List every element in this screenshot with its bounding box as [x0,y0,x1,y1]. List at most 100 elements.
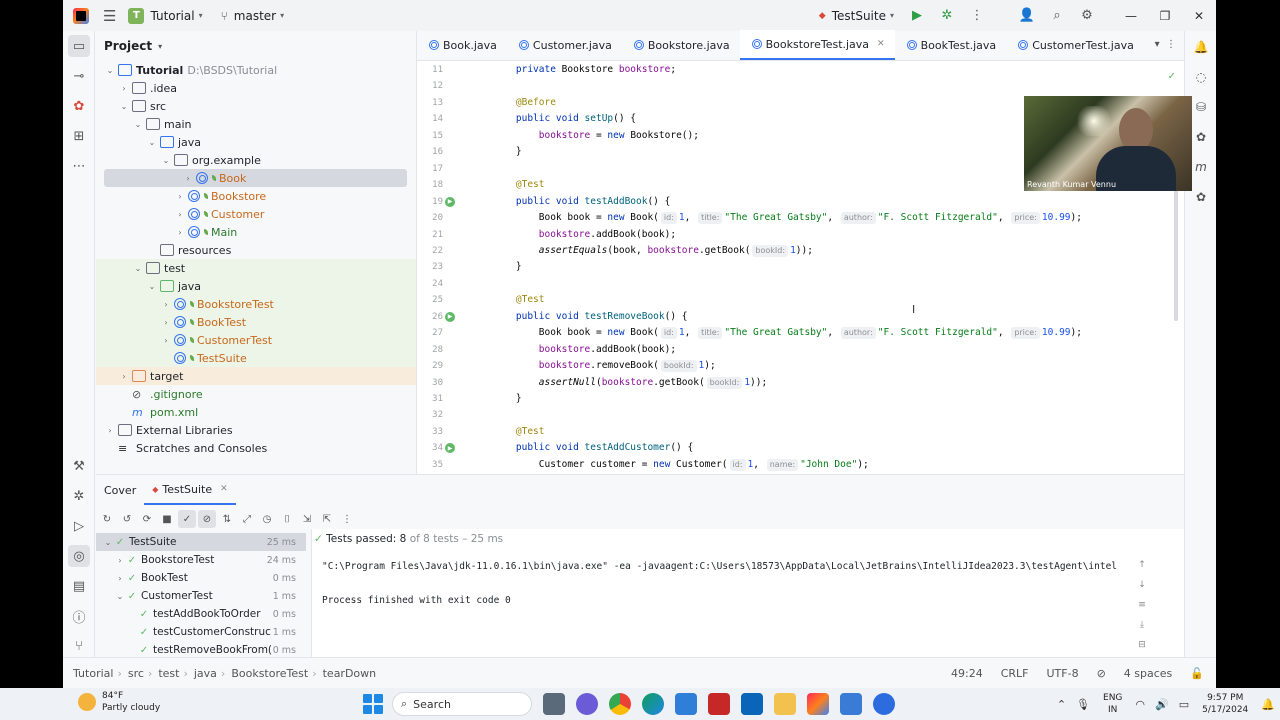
breadcrumb-item[interactable]: tearDown [323,667,377,680]
tree-node[interactable]: ⌄ java [96,277,416,295]
chevron-right-icon[interactable]: › [174,192,186,201]
import-icon[interactable]: ⇱ [318,510,336,528]
caret-position[interactable]: 49:24 [951,667,983,680]
line-separator[interactable]: CRLF [1001,667,1029,680]
debug-icon[interactable]: ✲ [932,8,962,23]
windows-start-icon[interactable] [362,693,384,715]
editor-tab[interactable]: CustomerTest.java [1006,30,1144,60]
run-tool-icon[interactable]: ▷ [68,515,90,537]
hamburger-menu-icon[interactable]: ☰ [103,7,116,25]
stop-icon[interactable]: ■ [158,510,176,528]
store-icon[interactable] [675,693,697,715]
build-tool-icon[interactable]: ⚒ [68,455,90,477]
tree-node[interactable]: resources [96,241,416,259]
export-icon[interactable]: ⇲ [298,510,316,528]
more-tools-icon[interactable]: ⋯ [68,155,90,177]
toggle-auto-test-icon[interactable]: ⟳ [138,510,156,528]
teams-chat-icon[interactable] [576,693,598,715]
scroll-up-icon[interactable]: ↑ [1136,560,1148,580]
weather-widget[interactable]: 84°F Partly cloudy [78,690,160,714]
terminal-tool-icon[interactable]: ▤ [68,575,90,597]
ai-assistant-icon[interactable]: ◌ [1191,67,1211,87]
editor-tab[interactable]: BookstoreTest.java ✕ [739,30,895,60]
lock-icon[interactable]: 🔓 [1190,667,1204,680]
chevron-down-icon[interactable]: ⌄ [114,592,126,601]
more-options-icon[interactable]: ⋮ [338,510,356,528]
editor-tab[interactable]: BookTest.java [895,30,1007,60]
notifications-icon[interactable]: 🔔 [1191,37,1211,57]
editor-tab[interactable]: Book.java [417,30,507,60]
tabs-overflow[interactable]: ▾ ⋮ [1155,39,1176,50]
chevron-right-icon[interactable]: › [160,318,172,327]
chevron-right-icon[interactable]: › [182,174,194,183]
wifi-icon[interactable]: ◠ [1135,698,1145,711]
test-result-row[interactable]: ✓ testRemoveBookFrom(0 ms [96,641,306,657]
tree-node[interactable]: › .idea [96,79,416,97]
readonly-toggle-icon[interactable]: ⊘ [1097,667,1106,680]
show-passed-icon[interactable]: ✓ [178,510,196,528]
notification-center-icon[interactable]: 🔔 [1261,698,1275,711]
commit-tool-icon[interactable]: ⊸ [68,65,90,87]
volume-icon[interactable]: 🔊 [1155,698,1169,711]
chevron-right-icon[interactable]: › [174,210,186,219]
intellij-logo-icon[interactable] [73,7,89,24]
sort-icon[interactable]: ⇅ [218,510,236,528]
editor-scrollbar[interactable] [1174,181,1178,321]
expand-all-icon[interactable]: ⤢ [238,510,256,528]
clock[interactable]: 9:57 PM 5/17/2024 [1202,692,1248,716]
project-tool-icon[interactable]: ▭ [68,35,90,57]
rerun-icon[interactable]: ↻ [98,510,116,528]
chevron-down-icon[interactable]: ⌄ [132,264,144,273]
chevron-down-icon[interactable]: ⌄ [146,282,158,291]
tree-node[interactable]: › Bookstore [96,187,416,205]
scroll-down-icon[interactable]: ↓ [1136,580,1148,600]
minimize-button[interactable]: — [1114,9,1148,23]
tree-node[interactable]: ⌄ src [96,97,416,115]
breadcrumb-item[interactable]: java [194,667,217,680]
plugin-tool-icon[interactable]: ✿ [68,95,90,117]
chevron-right-icon[interactable]: › [118,372,130,381]
mcafee-icon[interactable] [708,693,730,715]
structure-tool-icon[interactable]: ⊞ [68,125,90,147]
search-icon[interactable]: ⌕ [1042,8,1072,23]
history-icon[interactable]: ◷ [258,510,276,528]
chevron-down-icon[interactable]: ⌄ [104,66,116,75]
chrome-icon[interactable] [609,693,631,715]
close-tab-icon[interactable]: ✕ [877,39,885,49]
bottom-tab[interactable]: ◆ TestSuite ✕ [144,475,236,505]
services-tool-icon[interactable]: ◎ [68,545,90,567]
outlook-icon[interactable] [741,693,763,715]
chevron-right-icon[interactable]: › [160,336,172,345]
indent-settings[interactable]: 4 spaces [1124,667,1173,680]
plugin-icon[interactable]: ✿ [1191,187,1211,207]
project-panel-header[interactable]: Project ▾ [96,31,416,61]
soft-wrap-icon[interactable]: ≡ [1136,600,1148,620]
tree-node[interactable]: ⌄ org.example [96,151,416,169]
breadcrumb-item[interactable]: test [158,667,179,680]
tree-node[interactable]: ⌄ main [96,115,416,133]
battery-icon[interactable]: ▭ [1179,698,1189,711]
test-result-row[interactable]: ⌄ ✓ CustomerTest 1 ms [96,587,306,605]
edge-icon[interactable] [642,693,664,715]
rerun-failed-icon[interactable]: ↺ [118,510,136,528]
chevron-right-icon[interactable]: › [174,228,186,237]
more-actions-icon[interactable]: ⋮ [962,8,992,23]
tree-node[interactable]: › Book [104,169,407,187]
task-view-icon[interactable] [543,693,565,715]
tree-node[interactable]: ≡ Scratches and Consoles [96,439,416,457]
tree-node[interactable]: › CustomerTest [96,331,416,349]
maven-icon[interactable]: m [1191,157,1211,177]
editor-tab[interactable]: Bookstore.java [622,30,740,60]
chevron-right-icon[interactable]: › [114,574,126,583]
settings-gear-icon[interactable]: ⚙ [1072,8,1102,23]
test-result-row[interactable]: ⌄ ✓ TestSuite 25 ms [96,533,306,551]
tree-node[interactable]: › BookTest [96,313,416,331]
chevron-right-icon[interactable]: › [118,84,130,93]
tree-node[interactable]: › Customer [96,205,416,223]
test-result-row[interactable]: › ✓ BookstoreTest 24 ms [96,551,306,569]
add-user-icon[interactable]: 👤 [1012,8,1042,23]
console-output[interactable] [311,529,1184,657]
camera-icon[interactable]: ⌷ [278,510,296,528]
chevron-down-icon[interactable]: ⌄ [102,538,114,547]
close-tab-icon[interactable]: ✕ [220,484,228,494]
